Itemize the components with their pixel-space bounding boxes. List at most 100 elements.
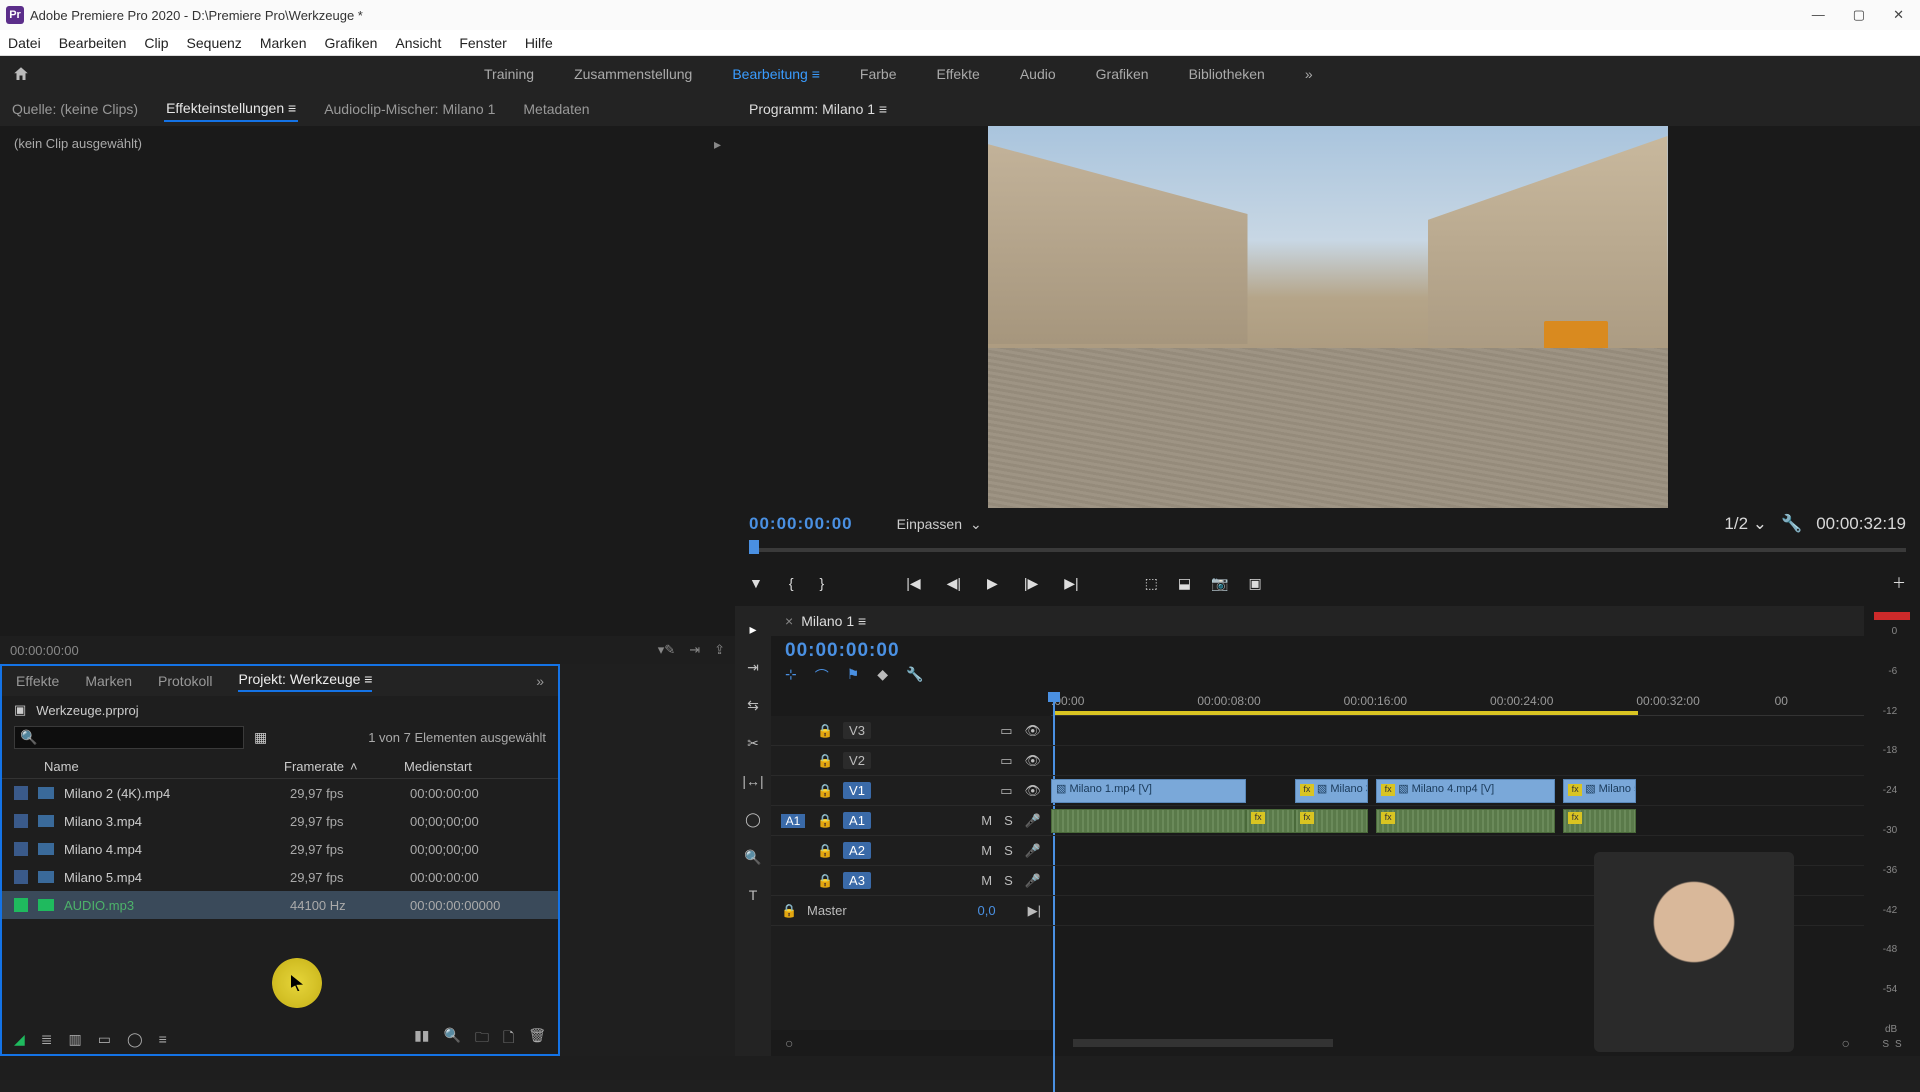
audio-clip[interactable]: fx <box>1376 809 1555 833</box>
panel-overflow-icon[interactable]: » <box>536 673 544 689</box>
new-item-icon[interactable]: 🗋 <box>503 1027 514 1051</box>
close-button[interactable]: ✕ <box>1893 7 1904 23</box>
audio-clip[interactable]: fx <box>1246 809 1295 833</box>
zoom-icon[interactable]: 🔍 <box>444 1027 461 1051</box>
project-search-input[interactable] <box>14 726 244 749</box>
video-clip[interactable]: fx▧ Milano 5. <box>1563 779 1636 803</box>
pen-tool[interactable]: ◯ <box>742 808 764 830</box>
toggle-sync-lock-icon[interactable]: 👁 <box>1024 723 1041 739</box>
program-monitor[interactable] <box>735 126 1920 508</box>
goto-end-icon[interactable]: ▶| <box>1028 903 1041 919</box>
mute-button[interactable]: M <box>981 843 992 859</box>
lock-icon[interactable]: 🔒 <box>817 723 831 739</box>
find-icon[interactable]: ▮▮ <box>414 1027 429 1051</box>
linked-selection-icon[interactable]: ⌒ <box>815 666 829 686</box>
tab-protokoll[interactable]: Protokoll <box>158 673 212 689</box>
toggle-output-icon[interactable]: ▭ <box>1000 723 1012 739</box>
timeline-settings-icon[interactable]: 🔧 <box>906 666 923 686</box>
home-button[interactable] <box>10 63 32 85</box>
tab-marken[interactable]: Marken <box>85 673 132 689</box>
track-target[interactable]: A2 <box>843 842 871 859</box>
menu-fenster[interactable]: Fenster <box>459 35 506 51</box>
minimize-button[interactable]: — <box>1812 7 1825 23</box>
program-timecode-left[interactable]: 00:00:00:00 <box>749 514 853 534</box>
tab-quelle[interactable]: Quelle: (keine Clips) <box>10 97 140 121</box>
add-marker-icon[interactable]: ⚑ <box>847 666 860 686</box>
tab-projekt[interactable]: Projekt: Werkzeuge ≡ <box>238 671 372 692</box>
program-fit-dropdown[interactable]: Einpassen ⌄ <box>897 516 982 533</box>
mute-button[interactable]: M <box>981 813 992 829</box>
program-zoom-dropdown[interactable]: 1/2 ⌄ <box>1724 514 1767 534</box>
lock-icon[interactable]: 🔒 <box>817 873 831 889</box>
lock-icon[interactable]: 🔒 <box>781 903 795 919</box>
workspace-training[interactable]: Training <box>484 66 534 82</box>
project-row[interactable]: Milano 5.mp429,97 fps00:00:00:00 <box>2 863 558 891</box>
play-button[interactable]: ▶ <box>987 575 998 592</box>
snap-icon[interactable]: ⊹ <box>785 666 797 686</box>
mark-in-icon[interactable]: ▼ <box>749 575 763 591</box>
workspace-grafiken[interactable]: Grafiken <box>1096 66 1149 82</box>
track-lane[interactable]: fxfxfxfx <box>1051 806 1864 836</box>
mark-clip-icon[interactable]: } <box>820 575 825 591</box>
menu-clip[interactable]: Clip <box>144 35 168 51</box>
workspace-overflow-icon[interactable]: » <box>1305 66 1313 82</box>
goto-in-icon[interactable]: |◀ <box>906 575 920 592</box>
workspace-bibliotheken[interactable]: Bibliotheken <box>1189 66 1265 82</box>
audio-clip[interactable]: fx <box>1563 809 1636 833</box>
track-header[interactable]: 🔒V1▭👁 <box>771 776 1051 806</box>
menu-bearbeiten[interactable]: Bearbeiten <box>59 35 127 51</box>
solo-right[interactable]: S <box>1895 1039 1902 1050</box>
solo-button[interactable]: S <box>1004 873 1013 889</box>
timeline-close-icon[interactable]: × <box>785 613 793 629</box>
lock-icon[interactable]: 🔒 <box>817 843 831 859</box>
track-header[interactable]: A1🔒A1MS🎤 <box>771 806 1051 836</box>
freeform-view-icon[interactable]: ▥ <box>69 1031 82 1048</box>
source-patch[interactable]: A1 <box>781 814 805 828</box>
timeline-zoom-scrollbar[interactable] <box>1073 1039 1333 1047</box>
razor-tool[interactable]: ✂ <box>742 732 764 754</box>
menu-datei[interactable]: Datei <box>8 35 41 51</box>
slip-tool[interactable]: |↔| <box>742 770 764 792</box>
workspace-zusammenstellung[interactable]: Zusammenstellung <box>574 66 692 82</box>
video-clip[interactable]: fx▧ Milano 3. <box>1295 779 1368 803</box>
settings-icon[interactable]: 🔧 <box>1781 514 1802 534</box>
mute-button[interactable]: M <box>981 873 992 889</box>
master-track-header[interactable]: 🔒Master0,0▶| <box>771 896 1051 926</box>
work-area-bar[interactable] <box>1053 711 1638 715</box>
program-scrubber[interactable] <box>749 540 1906 564</box>
workspace-effekte[interactable]: Effekte <box>937 66 980 82</box>
solo-button[interactable]: S <box>1004 843 1013 859</box>
menu-grafiken[interactable]: Grafiken <box>325 35 378 51</box>
list-view-icon[interactable]: ◢ <box>14 1031 25 1048</box>
tab-effekte[interactable]: Effekte <box>16 673 59 689</box>
menu-hilfe[interactable]: Hilfe <box>525 35 553 51</box>
step-fwd-icon[interactable]: |▶ <box>1024 575 1038 592</box>
menu-sequenz[interactable]: Sequenz <box>187 35 242 51</box>
project-row[interactable]: AUDIO.mp344100 Hz00:00:00:00000 <box>2 891 558 919</box>
tab-effekteinstellungen[interactable]: Effekteinstellungen ≡ <box>164 96 298 122</box>
master-value[interactable]: 0,0 <box>978 903 996 918</box>
overwrite-icon[interactable]: ⇪ <box>714 642 725 658</box>
toggle-output-icon[interactable]: ▭ <box>1000 783 1012 799</box>
hand-tool[interactable]: 🔍 <box>742 846 764 868</box>
timeline-scroll-left[interactable]: ○ <box>785 1035 793 1051</box>
tab-programm[interactable]: Programm: Milano 1 ≡ <box>749 101 887 117</box>
filter-icon[interactable]: ▾✎ <box>658 642 675 658</box>
goto-out-icon[interactable]: ▶| <box>1064 575 1078 592</box>
toggle-sync-lock-icon[interactable]: 👁 <box>1024 753 1041 769</box>
track-target[interactable]: V2 <box>843 752 871 769</box>
audio-clip[interactable]: fx <box>1295 809 1368 833</box>
timeline-scroll-right[interactable]: ○ <box>1842 1035 1850 1051</box>
icon-view-icon[interactable]: ≣ <box>41 1031 53 1048</box>
solo-left[interactable]: S <box>1882 1039 1889 1050</box>
track-target[interactable]: V1 <box>843 782 871 799</box>
type-tool[interactable]: T <box>742 884 764 906</box>
col-medienstart[interactable]: Medienstart <box>404 759 546 774</box>
lock-icon[interactable]: 🔒 <box>817 753 831 769</box>
thumbnail-size-icon[interactable]: ▭ <box>98 1031 111 1048</box>
extract-icon[interactable]: ⬓ <box>1178 575 1191 592</box>
menu-marken[interactable]: Marken <box>260 35 307 51</box>
step-back-icon[interactable]: ◀| <box>947 575 961 592</box>
project-row[interactable]: Milano 3.mp429,97 fps00;00;00;00 <box>2 807 558 835</box>
export-frame-icon[interactable]: 📷 <box>1211 575 1228 592</box>
